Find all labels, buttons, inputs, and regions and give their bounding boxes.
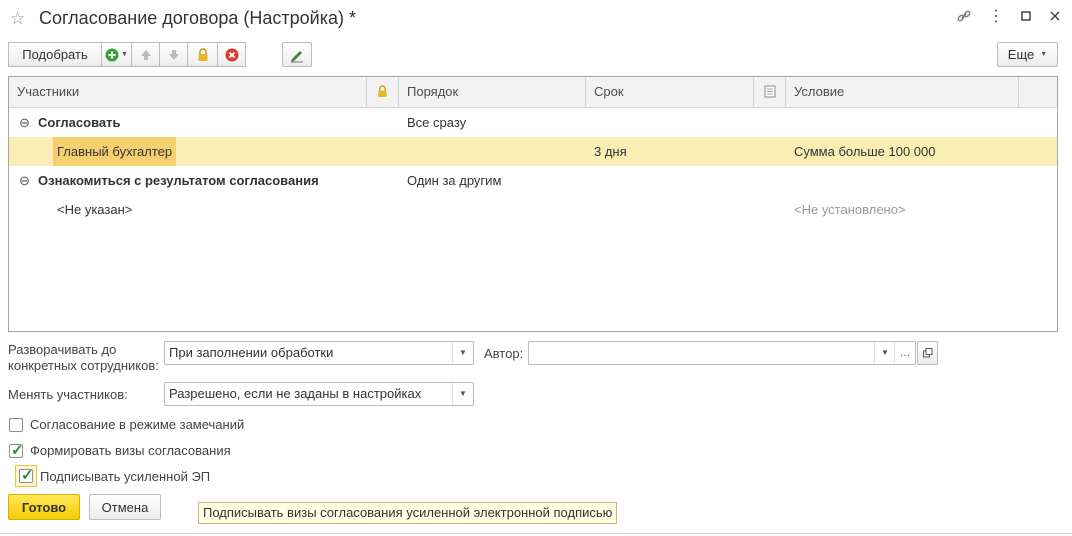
visas-checkbox[interactable]: ✓ (9, 442, 24, 459)
group-participant: Согласовать (38, 115, 121, 130)
remarks-checkbox[interactable] (9, 418, 23, 432)
checkmark-icon: ✓ (21, 467, 34, 484)
open-author-button[interactable] (917, 341, 938, 365)
bottom-divider (0, 533, 1072, 534)
col-lock[interactable] (367, 77, 399, 107)
collapse-icon[interactable]: ⊖ (19, 108, 30, 137)
expand-label: Разворачивать до конкретных сотрудников: (8, 342, 159, 374)
more-actions-icon[interactable]: ⋮ (987, 8, 1005, 26)
open-window-icon (922, 348, 932, 358)
favorite-star-icon[interactable]: ☆ (10, 9, 25, 29)
document-icon (764, 85, 775, 98)
row-participant: <Не указан> (57, 202, 133, 217)
lock-button[interactable] (187, 42, 217, 67)
add-dropdown-icon: ▼ (121, 51, 128, 58)
expand-select[interactable]: При заполнении обработки ▼ (164, 341, 474, 365)
ellipsis-icon[interactable]: … (894, 342, 915, 364)
expand-label-line1: Разворачивать до (8, 342, 117, 357)
maximize-icon[interactable] (1017, 8, 1035, 26)
edit-button[interactable] (282, 42, 312, 67)
more-button-label: Еще (1007, 47, 1035, 62)
visas-label: Формировать визы согласования (30, 443, 231, 458)
col-condition[interactable]: Условие (786, 77, 1019, 107)
cancel-button-label: Отмена (101, 499, 149, 515)
row-condition: Сумма больше 100 000 (794, 144, 936, 159)
row-deadline: 3 дня (594, 144, 627, 159)
col-comment[interactable] (754, 77, 786, 107)
change-label: Менять участников: (8, 387, 128, 402)
ok-button-label: Готово (21, 499, 67, 515)
author-label: Автор: (484, 346, 524, 361)
delete-button[interactable] (217, 42, 246, 67)
arrow-up-icon (140, 49, 151, 60)
lock-icon (198, 47, 207, 61)
collapse-icon[interactable]: ⊖ (19, 166, 30, 195)
sign-checkbox[interactable]: ✓ (19, 467, 34, 484)
pick-button-label: Подобрать (22, 47, 88, 62)
add-button[interactable]: ▼ (101, 42, 131, 67)
table-row[interactable]: ⊖ Ознакомиться с результатом согласовани… (9, 166, 1057, 195)
delete-icon (225, 48, 238, 61)
window-title: Согласование договора (Настройка) * (39, 8, 356, 28)
group-participant: Ознакомиться с результатом согласования (38, 173, 319, 188)
row-participant: Главный бухгалтер (53, 137, 177, 166)
table-row-selected[interactable]: Главный бухгалтер 3 дня Сумма больше 100… (9, 137, 1057, 166)
group-order: Все сразу (407, 115, 467, 130)
col-order[interactable]: Порядок (399, 77, 586, 107)
move-up-button[interactable] (131, 42, 159, 67)
chevron-down-icon[interactable]: ▼ (452, 342, 473, 364)
add-icon (105, 48, 119, 61)
more-dropdown-icon: ▼ (1040, 51, 1048, 58)
row-condition: <Не установлено> (794, 202, 906, 217)
checkmark-icon: ✓ (11, 442, 24, 459)
arrow-down-icon (168, 49, 179, 60)
remarks-label: Согласование в режиме замечаний (30, 417, 245, 432)
sign-label: Подписывать усиленной ЭП (40, 469, 211, 484)
col-participants[interactable]: Участники (9, 77, 367, 107)
table-row[interactable]: ⊖ Согласовать Все сразу (9, 108, 1057, 137)
tooltip: Подписывать визы согласования усиленной … (198, 502, 618, 524)
table-header: Участники Порядок Срок Условие (9, 77, 1057, 108)
expand-label-line2: конкретных сотрудников: (8, 358, 159, 373)
pencil-icon (291, 50, 303, 62)
chevron-down-icon[interactable]: ▼ (452, 383, 473, 405)
ok-button[interactable]: Готово (8, 494, 80, 520)
close-icon[interactable] (1046, 8, 1064, 26)
link-icon[interactable] (955, 8, 973, 26)
move-down-button[interactable] (159, 42, 187, 67)
change-select-value: Разрешено, если не заданы в настройках (169, 386, 422, 401)
author-input[interactable]: ▼ … (528, 341, 916, 365)
more-button[interactable]: Еще ▼ (997, 42, 1058, 67)
participants-table[interactable]: Участники Порядок Срок Условие ⊖ Согласо… (8, 76, 1058, 332)
chevron-down-icon[interactable]: ▼ (874, 342, 895, 364)
lock-icon (378, 85, 387, 97)
pick-button[interactable]: Подобрать (8, 42, 101, 67)
table-row[interactable]: <Не указан> <Не установлено> (9, 195, 1057, 224)
expand-select-value: При заполнении обработки (169, 345, 334, 360)
group-order: Один за другим (407, 173, 502, 188)
col-deadline[interactable]: Срок (586, 77, 754, 107)
cancel-button[interactable]: Отмена (89, 494, 161, 520)
change-select[interactable]: Разрешено, если не заданы в настройках ▼ (164, 382, 474, 406)
